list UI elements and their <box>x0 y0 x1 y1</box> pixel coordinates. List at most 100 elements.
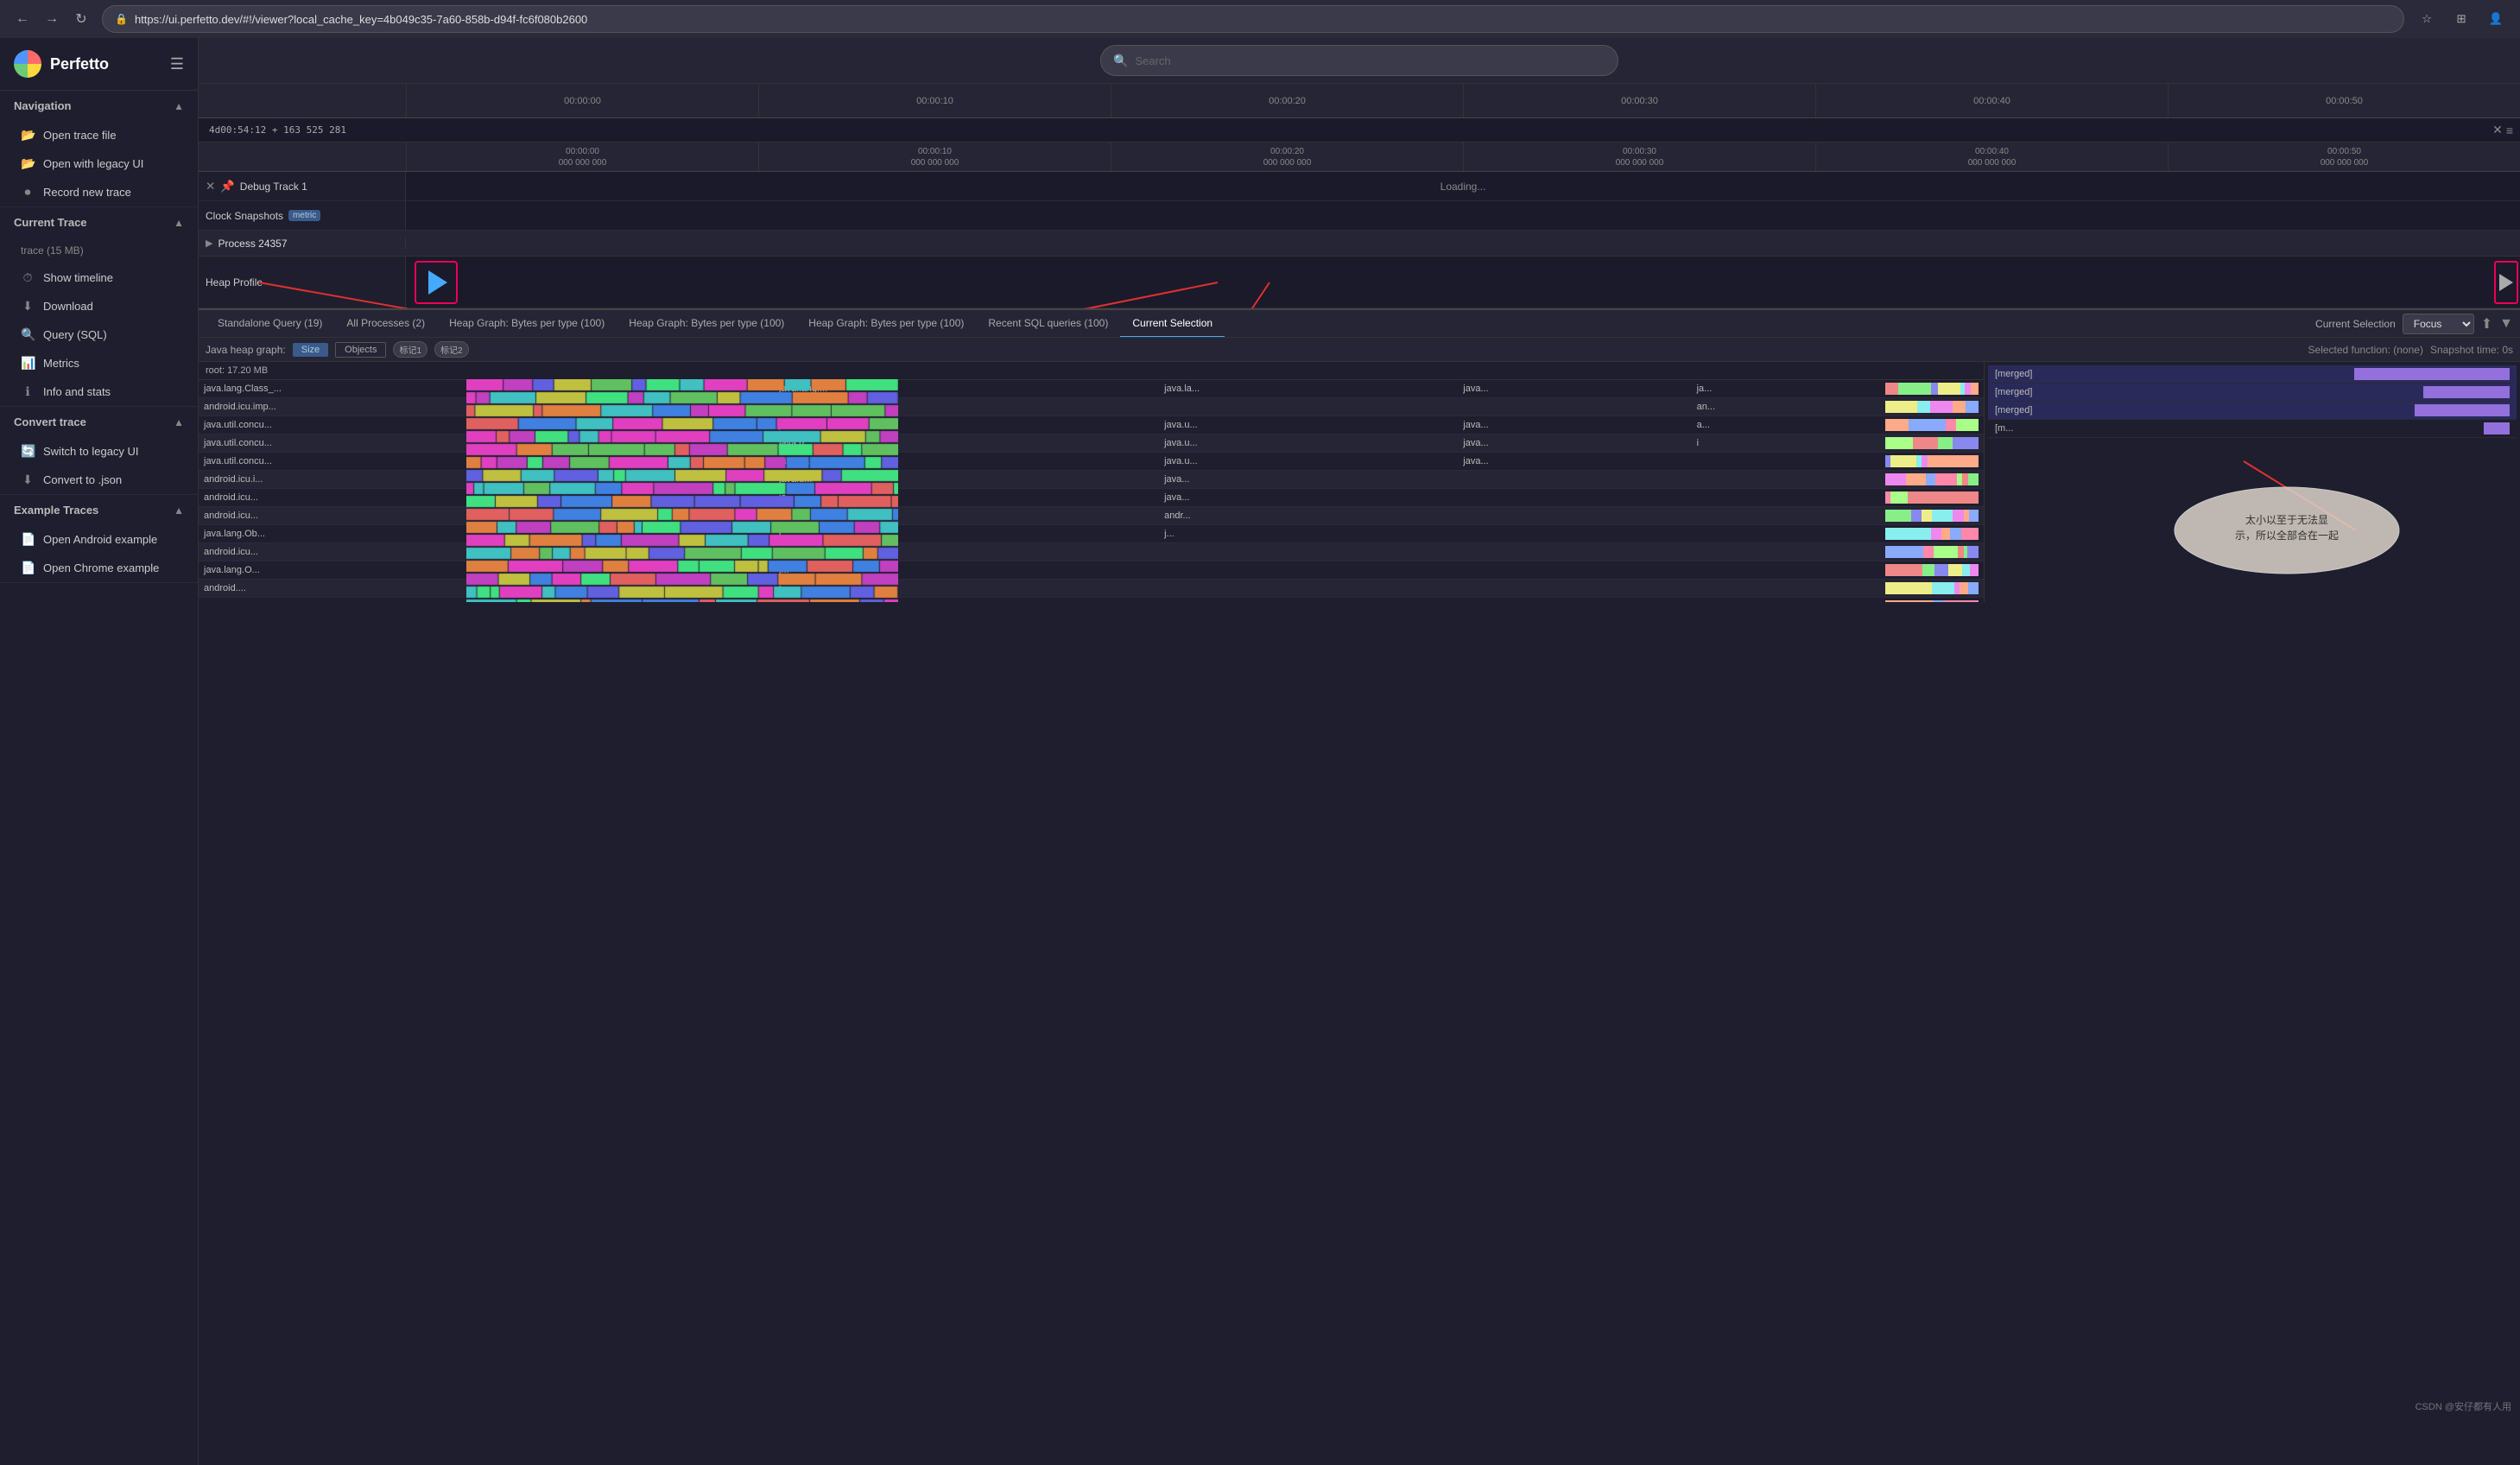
heap-cell-0-0: java.lang.Class_... <box>199 380 774 398</box>
sidebar-item-record[interactable]: ⏺ Record new trace <box>0 178 198 206</box>
heap-cell-4-3: java... <box>1458 453 1691 471</box>
heap-graph-label: Java heap graph: <box>206 344 286 356</box>
profile-button[interactable]: 👤 <box>2482 5 2510 33</box>
tab-heap-graph-1[interactable]: Heap Graph: Bytes per type (100) <box>437 310 617 338</box>
sidebar-item-show-timeline[interactable]: ⏱ Show timeline <box>0 263 198 292</box>
heap-table-row[interactable]: android.icu.i...java.u...java... <box>199 471 1984 489</box>
heap-table-row[interactable]: android.icu...a...andr... <box>199 507 1984 525</box>
sidebar-item-metrics[interactable]: 📊 Metrics <box>0 349 198 377</box>
sidebar-item-convert-json[interactable]: ⬇ Convert to .json <box>0 466 198 494</box>
heap-cell-9-4 <box>1692 543 1880 561</box>
info-label: Info and stats <box>43 385 111 398</box>
sidebar-item-info[interactable]: ℹ Info and stats <box>0 377 198 406</box>
switch-legacy-label: Switch to legacy UI <box>43 445 139 458</box>
sidebar-item-open-trace[interactable]: 📂 Open trace file <box>0 121 198 149</box>
search-icon: 🔍 <box>1113 54 1128 68</box>
menu-button[interactable]: ☰ <box>170 55 184 73</box>
convert-trace-label: Convert trace <box>14 415 86 428</box>
heap-cell-9-2 <box>1159 543 1458 561</box>
forward-button[interactable]: → <box>40 7 64 31</box>
heap-graph-controls: Java heap graph: Size Objects 标记1 标记2 Se… <box>199 338 2520 362</box>
play-button[interactable] <box>415 261 458 304</box>
timeline-area: 00:00:00 00:00:10 00:00:20 00:00:30 00:0… <box>199 84 2520 1465</box>
heap-table-row[interactable]: java.lang.Class_...java.lang....java.la.… <box>199 380 1984 398</box>
tab-standalone-query[interactable]: Standalone Query (19) <box>206 310 334 338</box>
refresh-button[interactable]: ↻ <box>69 7 93 31</box>
back-button[interactable]: ← <box>10 7 35 31</box>
collapse-all-button[interactable]: ✕ <box>2492 123 2503 137</box>
tab-up-button[interactable]: ⬆ <box>2481 315 2492 333</box>
current-trace-section: Current Trace ▲ trace (15 MB) ⏱ Show tim… <box>0 207 198 407</box>
expand-all-button[interactable]: ≡ <box>2506 123 2513 137</box>
sidebar-item-query[interactable]: 🔍 Query (SQL) <box>0 320 198 349</box>
tick-3: 00:00:30 <box>1463 84 1815 117</box>
merged-label-0: [merged] <box>1995 369 2351 379</box>
example-traces-header[interactable]: Example Traces ▲ <box>0 495 198 525</box>
focus-select[interactable]: Focus Unfocus <box>2403 314 2474 334</box>
heap-bar-2 <box>1880 416 1984 434</box>
tick-5: 00:00:50 <box>2168 84 2520 117</box>
bottom-tabs: Standalone Query (19) All Processes (2) … <box>199 310 2520 338</box>
second-time-ruler-ticks: 00:00:00000 000 000 00:00:10000 000 000 … <box>406 143 2520 171</box>
sidebar-item-download[interactable]: ⬇ Download <box>0 292 198 320</box>
extensions-button[interactable]: ⊞ <box>2447 5 2475 33</box>
heap-cell-4-1: java.u... <box>774 453 1159 471</box>
convert-trace-header[interactable]: Convert trace ▲ <box>0 407 198 437</box>
current-trace-label: Current Trace <box>14 216 87 229</box>
clock-track-content <box>406 201 2520 230</box>
sidebar-item-chrome-example[interactable]: 📄 Open Chrome example <box>0 554 198 582</box>
size-button[interactable]: Size <box>293 343 328 357</box>
heap-table-row[interactable]: android.icu...j... <box>199 543 1984 561</box>
search-placeholder: Search <box>1135 54 1170 67</box>
heap-table-row[interactable]: java.lang.O...j... <box>199 561 1984 580</box>
heap-cell-10-4 <box>1692 561 1880 580</box>
heap-graph-right[interactable]: [merged] [merged] [merged] <box>1985 362 2520 602</box>
tab-all-processes[interactable]: All Processes (2) <box>334 310 437 338</box>
objects-button[interactable]: Objects <box>335 342 386 358</box>
heap-table-row[interactable]: java.util.concu...java.u...java.u...java… <box>199 416 1984 434</box>
sidebar-item-switch-legacy[interactable]: 🔄 Switch to legacy UI <box>0 437 198 466</box>
heap-table-row[interactable]: java.lang.Ob...j...j... <box>199 525 1984 543</box>
clock-badge: metric <box>288 210 320 221</box>
query-icon: 🔍 <box>21 327 35 342</box>
heap-track-content[interactable] <box>406 257 2520 308</box>
heap-cell-5-4 <box>1692 471 1880 489</box>
heap-cell-0-2: java.la... <box>1159 380 1458 398</box>
heap-cell-5-2: java... <box>1159 471 1458 489</box>
tab-heap-graph-3[interactable]: Heap Graph: Bytes per type (100) <box>796 310 976 338</box>
heap-cell-11-1: j... <box>774 580 1159 598</box>
heap-table-row[interactable]: java.util.concu...java.u...java.u...java… <box>199 453 1984 471</box>
tab-current-selection[interactable]: Current Selection <box>1120 310 1225 338</box>
current-trace-header[interactable]: Current Trace ▲ <box>0 207 198 238</box>
heap-table-row[interactable]: android.icu.imp...an... <box>199 398 1984 416</box>
example-traces-section: Example Traces ▲ 📄 Open Android example … <box>0 495 198 583</box>
star-button[interactable]: ☆ <box>2413 5 2441 33</box>
heap-cell-7-3 <box>1458 507 1691 525</box>
navigation-section: Navigation ▲ 📂 Open trace file 📂 Open wi… <box>0 91 198 207</box>
heap-cell-3-1: java.u... <box>774 434 1159 453</box>
tab-heap-graph-2[interactable]: Heap Graph: Bytes per type (100) <box>617 310 796 338</box>
heap-table-row[interactable]: android....j... <box>199 580 1984 598</box>
tracks-container[interactable]: ✕ 📌 Debug Track 1 Loading... Clock Snaps… <box>199 172 2520 308</box>
heap-table-row[interactable]: android.icu...ja...java... <box>199 489 1984 507</box>
sidebar-item-open-legacy[interactable]: 📂 Open with legacy UI <box>0 149 198 178</box>
heap-table-row[interactable]: ja... i...j <box>199 598 1984 603</box>
heap-cell-2-3: java... <box>1458 416 1691 434</box>
browser-nav-buttons: ← → ↻ <box>10 7 93 31</box>
sidebar-item-android-example[interactable]: 📄 Open Android example <box>0 525 198 554</box>
heap-graph-left[interactable]: root: 17.20 MB java.lang.Class_...java.l… <box>199 362 1985 602</box>
merged-callout-svg: 太小以至于无法显 示，所以全部合在一起 <box>2157 444 2503 582</box>
url-bar[interactable]: 🔒 https://ui.perfetto.dev/#!/viewer?loca… <box>102 5 2404 33</box>
search-bar[interactable]: 🔍 Search <box>1100 45 1618 76</box>
heap-bar-0 <box>1880 380 1984 398</box>
debug-track-close[interactable]: ✕ <box>206 180 215 193</box>
heap-cell-0-4: ja... <box>1692 380 1880 398</box>
right-arrow-button[interactable] <box>2494 261 2518 304</box>
debug-track-pin[interactable]: 📌 <box>220 180 235 193</box>
merged-callout-container: 太小以至于无法显 示，所以全部合在一起 <box>2157 444 2503 585</box>
heap-table-row[interactable]: java.util.concu...java.u...java.u...java… <box>199 434 1984 453</box>
tab-recent-sql[interactable]: Recent SQL queries (100) <box>976 310 1120 338</box>
tab-expand-button[interactable]: ▼ <box>2499 316 2513 332</box>
navigation-header[interactable]: Navigation ▲ <box>0 91 198 121</box>
trace-info: trace (15 MB) <box>0 238 198 263</box>
